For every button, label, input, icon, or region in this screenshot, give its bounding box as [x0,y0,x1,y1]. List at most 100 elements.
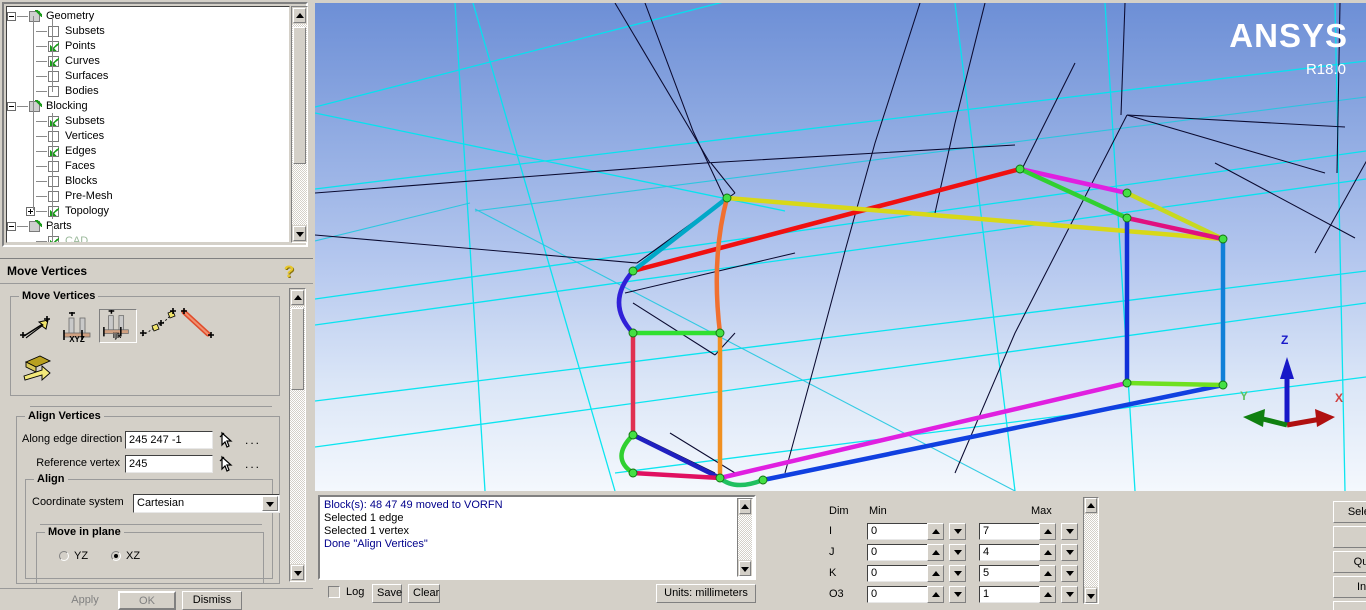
tree-checkbox[interactable] [48,41,59,52]
max-input-j[interactable]: 4 [979,544,1041,561]
tree-checkbox[interactable] [48,71,59,82]
max-down-button-j[interactable] [1061,544,1078,561]
max-up-button-o3[interactable] [1039,586,1056,603]
move-vertex-icon[interactable] [19,311,57,345]
panel-scrollbar[interactable] [289,288,306,582]
tree-checkbox[interactable] [48,131,59,142]
radio-yz-dot[interactable] [59,551,69,561]
tree-item-subsets[interactable]: Subsets [7,24,289,39]
min-down-button-k[interactable] [949,565,966,582]
clear-button[interactable]: Clear [408,584,440,603]
select-vertex-cursor-icon[interactable] [217,455,237,473]
tree-item-faces[interactable]: Faces [7,159,289,174]
align-vertices-icon[interactable] [137,307,175,341]
min-up-button-j[interactable] [927,544,944,561]
dim-scroll-down-button[interactable] [1085,588,1097,603]
dim-scroll-track[interactable] [1084,514,1098,587]
message-scrollbar[interactable] [737,498,753,577]
message-scroll-down-button[interactable] [739,561,751,576]
min-input-j[interactable]: 0 [867,544,929,561]
panel-scroll-thumb[interactable] [291,308,304,390]
panel-scroll-up-button[interactable] [291,290,304,305]
log-checkbox[interactable] [328,586,340,598]
tree-checkbox[interactable] [29,11,40,22]
dim-scroll-up-button[interactable] [1085,498,1097,513]
min-down-button-o3[interactable] [949,586,966,603]
collapse-icon[interactable] [7,12,16,21]
tree-checkbox[interactable] [48,116,59,127]
min-input-k[interactable]: 0 [867,565,929,582]
tree-item-bodies[interactable]: Bodies [7,84,289,99]
max-up-button-k[interactable] [1039,565,1056,582]
min-up-button-o3[interactable] [927,586,944,603]
radio-xz-dot[interactable] [111,551,121,561]
dismiss-button[interactable]: Dismiss [182,591,242,610]
message-scroll-track[interactable] [738,515,752,560]
select-corners-button[interactable]: Select corners [1333,501,1366,523]
panel-scroll-down-button[interactable] [291,565,304,580]
tree-checkbox[interactable] [29,221,40,232]
move-face-vertices-icon[interactable] [19,349,57,383]
max-up-button-i[interactable] [1039,523,1056,540]
tree-checkbox[interactable] [48,161,59,172]
max-down-button-k[interactable] [1061,565,1078,582]
tree-checkbox[interactable] [48,146,59,157]
move-vertex-ijk-icon[interactable]: ijk [99,309,137,343]
chevron-down-icon[interactable] [262,496,278,511]
tree-item-pre-mesh[interactable]: Pre-Mesh [7,189,289,204]
min-up-button-i[interactable] [927,523,944,540]
message-window[interactable]: Block(s): 48 47 49 moved to VORFNSelecte… [318,495,756,580]
dim-scrollbar[interactable] [1083,497,1099,604]
along-edge-direction-more-button[interactable]: ... [245,433,261,447]
message-scroll-up-button[interactable] [739,499,751,514]
max-down-button-i[interactable] [1061,523,1078,540]
tree-item-curves[interactable]: Curves [7,54,289,69]
tree-checkbox[interactable] [29,101,40,112]
min-down-button-i[interactable] [949,523,966,540]
save-button[interactable]: Save [372,584,402,603]
reset-button[interactable]: Reset [1333,526,1366,548]
reference-vertex-input[interactable]: 245 [125,455,213,473]
set-edge-length-icon[interactable] [177,307,215,341]
model-tree[interactable]: GeometrySubsetsPointsCurvesSurfacesBodie… [6,6,290,243]
tree-item-surfaces[interactable]: Surfaces [7,69,289,84]
tree-checkbox[interactable] [48,86,59,97]
tree-item-edges[interactable]: Edges [7,144,289,159]
tree-checkbox[interactable] [48,176,59,187]
min-up-button-k[interactable] [927,565,944,582]
tree-item-geometry[interactable]: Geometry [7,9,289,24]
max-down-button-o3[interactable] [1061,586,1078,603]
along-edge-direction-input[interactable]: 245 247 -1 [125,431,213,449]
tree-scroll-thumb[interactable] [293,27,306,164]
max-input-i[interactable]: 7 [979,523,1041,540]
tree-checkbox[interactable] [48,26,59,37]
reference-vertex-more-button[interactable]: ... [245,457,261,471]
tree-checkbox[interactable] [48,56,59,67]
tree-item-topology[interactable]: Topology [7,204,289,219]
index-sets-button[interactable]: Index Sets [1333,576,1366,598]
apply-button[interactable]: Apply [58,591,112,610]
index-extra-button[interactable] [1333,601,1366,610]
min-input-i[interactable]: 0 [867,523,929,540]
tree-checkbox[interactable] [48,206,59,217]
tree-item-subsets[interactable]: Subsets [7,114,289,129]
tree-checkbox[interactable] [48,236,59,243]
query-edge-button[interactable]: Query Edge [1333,551,1366,573]
move-vertex-xyz-icon[interactable]: XYZ [59,311,97,345]
tree-scroll-up-button[interactable] [293,8,306,23]
min-down-button-j[interactable] [949,544,966,561]
tree-checkbox[interactable] [48,191,59,202]
max-input-k[interactable]: 5 [979,565,1041,582]
tree-scroll-down-button[interactable] [293,226,306,241]
collapse-icon[interactable] [7,102,16,111]
tree-item-points[interactable]: Points [7,39,289,54]
question-mark-icon[interactable]: ? [279,262,299,282]
graphics-viewport[interactable]: ANSYS R18.0 Z X Y [315,3,1366,491]
min-input-o3[interactable]: 0 [867,586,929,603]
tree-scrollbar[interactable] [291,6,308,243]
tree-item-blocking[interactable]: Blocking [7,99,289,114]
max-input-o3[interactable]: 1 [979,586,1041,603]
tree-item-cad[interactable]: CAD [7,234,289,243]
tree-item-blocks[interactable]: Blocks [7,174,289,189]
tree-item-parts[interactable]: Parts [7,219,289,234]
